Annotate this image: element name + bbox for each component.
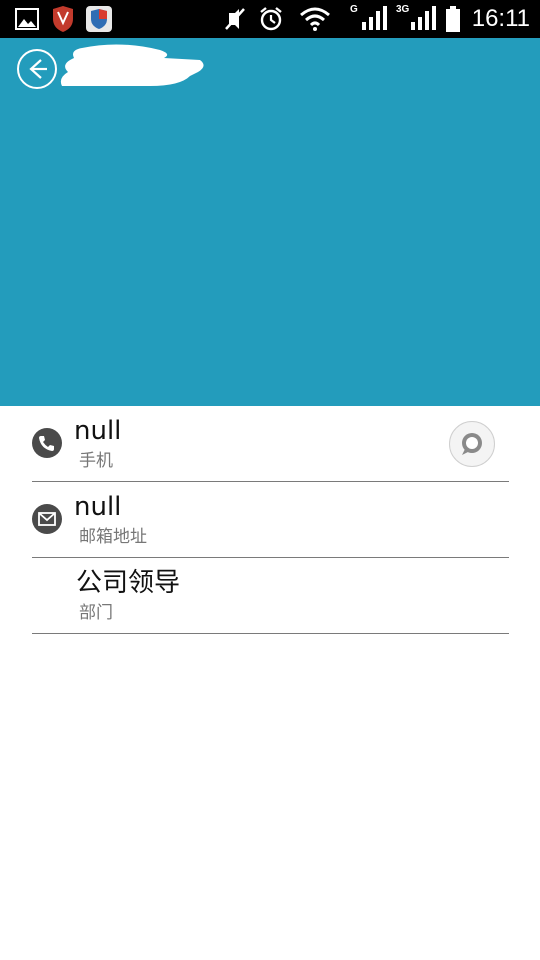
status-bar: G 3G 16:11 <box>0 0 540 38</box>
email-value: null <box>74 492 122 522</box>
chat-bubble-icon <box>462 433 482 455</box>
department-label: 部门 <box>79 603 113 623</box>
shield-app-icon <box>50 6 76 32</box>
contact-name-redacted <box>60 42 206 88</box>
message-button[interactable] <box>449 421 495 467</box>
department-value: 公司领导 <box>76 568 181 598</box>
phone-value: null <box>74 416 122 446</box>
signal-icon: G <box>350 4 390 32</box>
network-type-label: G <box>350 4 358 15</box>
alarm-icon <box>258 6 284 32</box>
signal-3g-icon: 3G <box>396 4 438 32</box>
back-arrow-icon <box>17 49 57 89</box>
wifi-icon <box>298 6 332 32</box>
clock: 16:11 <box>471 5 530 32</box>
phone-icon <box>32 428 62 458</box>
phone-label: 手机 <box>79 451 113 471</box>
network-type-label: 3G <box>396 4 410 15</box>
security-app-icon <box>86 6 112 32</box>
contact-header <box>0 38 540 406</box>
battery-icon <box>444 6 462 32</box>
phone-row[interactable]: null 手机 <box>32 406 509 482</box>
department-row: 公司领导 部门 <box>32 558 509 634</box>
gallery-icon <box>14 6 40 32</box>
mute-icon <box>222 6 248 32</box>
mail-icon <box>32 504 62 534</box>
email-label: 邮箱地址 <box>79 527 147 547</box>
back-button[interactable] <box>16 48 58 90</box>
email-row[interactable]: null 邮箱地址 <box>32 482 509 558</box>
